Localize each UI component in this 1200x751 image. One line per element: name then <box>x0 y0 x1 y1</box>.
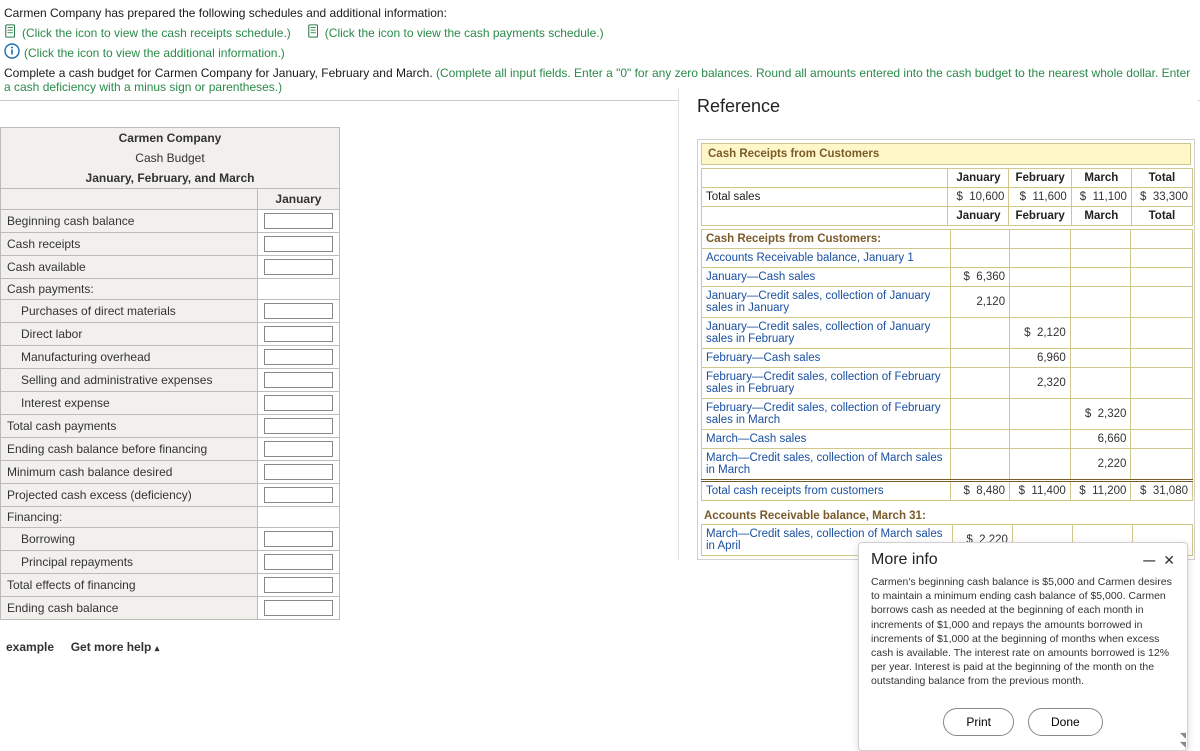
company-name: Carmen Company <box>1 128 340 149</box>
budget-input[interactable] <box>264 487 333 503</box>
budget-input[interactable] <box>264 213 333 229</box>
detail-row-label: January—Cash sales <box>702 268 951 287</box>
detail-row-label: January—Credit sales, collection of Janu… <box>702 287 951 318</box>
document-icon <box>4 24 18 41</box>
budget-input[interactable] <box>264 236 333 252</box>
document-icon <box>307 24 321 41</box>
total-sales-tot: $ 33,300 <box>1131 188 1192 207</box>
budget-input[interactable] <box>264 531 333 547</box>
col-feb: February <box>1009 169 1071 188</box>
budget-row-label: Direct labor <box>1 323 258 346</box>
total-sales-feb: $ 11,600 <box>1009 188 1071 207</box>
budget-title: Cash Budget <box>1 148 340 168</box>
budget-input[interactable] <box>264 349 333 365</box>
minimize-icon[interactable]: — <box>1143 553 1155 567</box>
budget-input[interactable] <box>264 418 333 434</box>
budget-row-label: Beginning cash balance <box>1 210 258 233</box>
more-info-body: Carmen's beginning cash balance is $5,00… <box>859 573 1187 698</box>
detail-row-label: March—Credit sales, collection of March … <box>702 449 951 481</box>
detail-row-label: February—Credit sales, collection of Feb… <box>702 399 951 430</box>
col-jan: January <box>948 169 1009 188</box>
budget-input[interactable] <box>264 326 333 342</box>
col-jan2: January <box>948 207 1009 226</box>
budget-row-label: Total effects of financing <box>1 574 258 597</box>
receipts-sub-header: Cash Receipts from Customers: <box>702 230 951 249</box>
budget-row-label: Projected cash excess (deficiency) <box>1 484 258 507</box>
close-icon[interactable]: ✕ <box>1163 552 1175 569</box>
budget-input[interactable] <box>264 303 333 319</box>
reference-panel: Reference Cash Receipts from Customers J… <box>678 88 1198 560</box>
col-feb2: February <box>1009 207 1071 226</box>
budget-row-label: Borrowing <box>1 528 258 551</box>
budget-row-label: Principal repayments <box>1 551 258 574</box>
budget-row-label: Ending cash balance <box>1 597 258 620</box>
more-info-title: More info <box>871 551 938 569</box>
col-mar: March <box>1071 169 1131 188</box>
cash-payments-schedule-link[interactable]: (Click the icon to view the cash payment… <box>307 24 604 41</box>
detail-row-label: February—Cash sales <box>702 349 951 368</box>
total-sales-jan: $ 10,600 <box>948 188 1009 207</box>
budget-input[interactable] <box>264 395 333 411</box>
budget-row-label: Cash available <box>1 256 258 279</box>
intro-text: Carmen Company has prepared the followin… <box>4 6 1196 20</box>
total-sales-label: Total sales <box>702 188 948 207</box>
budget-input[interactable] <box>264 464 333 480</box>
col-january: January <box>257 189 339 210</box>
more-info-dialog: More info — ✕ Carmen's beginning cash ba… <box>858 542 1188 751</box>
budget-row-label: Cash receipts <box>1 233 258 256</box>
info-icon <box>4 43 20 62</box>
budget-period: January, February, and March <box>1 168 340 189</box>
detail-row-label: March—Cash sales <box>702 430 951 449</box>
budget-input[interactable] <box>264 441 333 457</box>
budget-row-label: Total cash payments <box>1 415 258 438</box>
example-link[interactable]: example <box>6 640 54 654</box>
link-label: (Click the icon to view the additional i… <box>24 46 285 60</box>
cash-budget-table: Carmen Company Cash Budget January, Febr… <box>0 127 340 620</box>
detail-row-label: February—Credit sales, collection of Feb… <box>702 368 951 399</box>
budget-row-label: Manufacturing overhead <box>1 346 258 369</box>
total-receipts-label: Total cash receipts from customers <box>702 481 951 501</box>
additional-info-link[interactable]: (Click the icon to view the additional i… <box>4 43 285 62</box>
caret-up-icon: ▴ <box>155 643 160 653</box>
detail-row-label: January—Credit sales, collection of Janu… <box>702 318 951 349</box>
budget-input[interactable] <box>264 259 333 275</box>
get-more-help-link[interactable]: Get more help ▴ <box>71 640 160 654</box>
detail-row-label: Accounts Receivable balance, January 1 <box>702 249 951 268</box>
budget-row-label: Cash payments: <box>1 279 258 300</box>
col-total2: Total <box>1131 207 1192 226</box>
budget-input[interactable] <box>264 554 333 570</box>
col-total: Total <box>1131 169 1192 188</box>
total-sales-mar: $ 11,100 <box>1071 188 1131 207</box>
link-label: (Click the icon to view the cash payment… <box>325 26 604 40</box>
budget-row-label: Financing: <box>1 507 258 528</box>
ar-balance-header: Accounts Receivable balance, March 31: <box>698 504 1194 524</box>
budget-row-label: Selling and administrative expenses <box>1 369 258 392</box>
resize-handle-icon[interactable]: ◥◥ <box>1180 731 1186 749</box>
cash-receipts-schedule-link[interactable]: (Click the icon to view the cash receipt… <box>4 24 291 41</box>
instruction-black: Complete a cash budget for Carmen Compan… <box>4 66 436 80</box>
budget-row-label: Interest expense <box>1 392 258 415</box>
budget-row-label: Purchases of direct materials <box>1 300 258 323</box>
budget-input[interactable] <box>264 577 333 593</box>
reference-title: Reference <box>697 96 1198 117</box>
receipts-section-header: Cash Receipts from Customers <box>701 143 1191 165</box>
col-mar2: March <box>1071 207 1131 226</box>
link-label: (Click the icon to view the cash receipt… <box>22 26 291 40</box>
print-button[interactable]: Print <box>943 708 1014 736</box>
budget-row-label: Ending cash balance before financing <box>1 438 258 461</box>
budget-row-label: Minimum cash balance desired <box>1 461 258 484</box>
budget-input[interactable] <box>264 372 333 388</box>
done-button[interactable]: Done <box>1028 708 1103 736</box>
budget-input[interactable] <box>264 600 333 616</box>
